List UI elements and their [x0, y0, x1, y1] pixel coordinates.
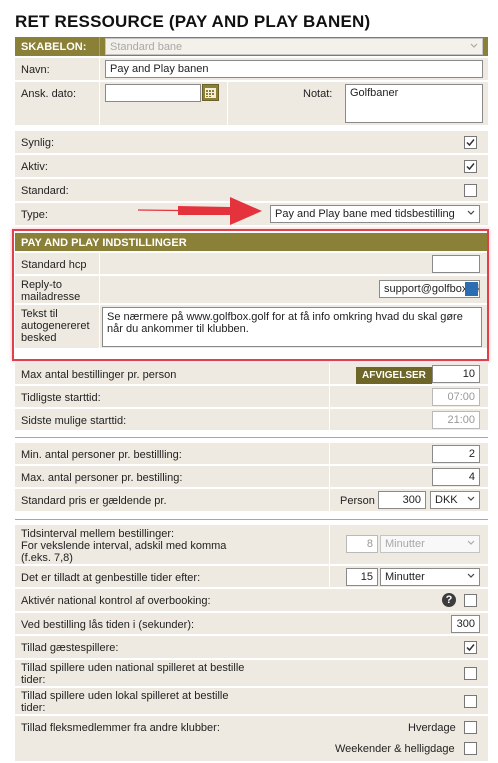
- genbestille-label: Det er tilladt at genbestille tider efte…: [21, 572, 201, 584]
- chevron-down-icon: [470, 43, 478, 48]
- genbestille-row: Det er tilladt at genbestille tider efte…: [15, 566, 488, 588]
- skabelon-select[interactable]: Standard bane: [105, 38, 483, 55]
- laas-input[interactable]: 300: [451, 615, 480, 633]
- tidligste-label: Tidligste starttid:: [21, 392, 101, 404]
- chevron-down-icon: [467, 210, 475, 215]
- check-icon: [466, 644, 475, 652]
- skabelon-label: SKABELON:: [21, 41, 87, 53]
- gaester-label: Tillad gæstespillere:: [21, 642, 119, 654]
- laas-label: Ved bestilling lås tiden i (sekunder):: [21, 619, 195, 631]
- chevron-down-icon: [467, 573, 475, 578]
- fleks-label: Tillad fleksmedlemmer fra andre klubber:: [21, 722, 220, 734]
- check-icon: [466, 163, 475, 171]
- notat-label: Notat:: [303, 88, 333, 100]
- notat-textarea[interactable]: Golfbaner: [345, 84, 483, 123]
- genbestille-unit-select[interactable]: Minutter: [380, 568, 480, 586]
- help-icon[interactable]: ?: [442, 593, 456, 607]
- navn-input[interactable]: Pay and Play banen: [105, 60, 483, 78]
- pris-label: Standard pris er gældende pr.: [21, 495, 167, 507]
- chevron-down-icon: [467, 496, 475, 501]
- calendar-icon[interactable]: [202, 84, 219, 101]
- afvigelser-button[interactable]: AFVIGELSER: [356, 367, 432, 384]
- page-title: RET RESSOURCE (PAY AND PLAY BANEN): [15, 12, 371, 31]
- tidligste-row: Tidligste starttid: 07:00: [15, 386, 488, 408]
- divider: [15, 519, 488, 520]
- ansk-dato-label: Ansk. dato:: [21, 88, 77, 100]
- tidligste-input[interactable]: 07:00: [432, 388, 480, 406]
- uden-national-checkbox[interactable]: [464, 667, 477, 680]
- fleks-row: Tillad fleksmedlemmer fra andre klubber:…: [15, 716, 488, 762]
- pris-row: Standard pris er gældende pr. Person 300…: [15, 489, 488, 512]
- sidste-input[interactable]: 21:00: [432, 411, 480, 429]
- synlig-label: Synlig:: [21, 137, 55, 149]
- max-antal-input[interactable]: 10: [432, 365, 480, 383]
- sidste-row: Sidste mulige starttid: 21:00: [15, 409, 488, 431]
- max-personer-row: Max. antal personer pr. bestilling: 4: [15, 466, 488, 488]
- aktiv-label: Aktiv:: [21, 161, 48, 173]
- check-icon: [466, 139, 475, 147]
- weekend-label: Weekender & helligdage: [335, 743, 455, 755]
- uden-lokal-label: Tillad spillere uden lokal spilleret at …: [21, 690, 229, 714]
- type-label: Type:: [21, 209, 48, 221]
- weekend-checkbox[interactable]: [464, 742, 477, 755]
- uden-lokal-checkbox[interactable]: [464, 695, 477, 708]
- tidsinterval-label: Tidsinterval mellem bestillinger: For vek…: [21, 528, 227, 564]
- ansk-dato-row: Ansk. dato: Notat: Golfbaner: [15, 82, 488, 126]
- min-personer-input[interactable]: 2: [432, 445, 480, 463]
- min-personer-label: Min. antal personer pr. bestillling:: [21, 449, 182, 461]
- navn-row: Navn: Pay and Play banen: [15, 58, 488, 81]
- pris-input[interactable]: 300: [378, 491, 426, 509]
- synlig-checkbox[interactable]: [464, 136, 477, 149]
- gaester-checkbox[interactable]: [464, 641, 477, 654]
- standard-checkbox[interactable]: [464, 184, 477, 197]
- type-select[interactable]: Pay and Play bane med tidsbestilling: [270, 205, 480, 223]
- max-personer-label: Max. antal personer pr. bestilling:: [21, 472, 183, 484]
- tidsinterval-row: Tidsinterval mellem bestillinger: For vek…: [15, 525, 488, 565]
- hverdage-label: Hverdage: [408, 722, 456, 734]
- hverdage-checkbox[interactable]: [464, 721, 477, 734]
- tidsinterval-input[interactable]: 8: [346, 535, 378, 553]
- aktiv-checkbox[interactable]: [464, 160, 477, 173]
- genbestille-input[interactable]: 15: [346, 568, 378, 586]
- tidsinterval-unit-select[interactable]: Minutter: [380, 535, 480, 553]
- max-antal-row: Max antal bestillinger pr. person AFVIGE…: [15, 363, 488, 385]
- uden-lokal-row: Tillad spillere uden lokal spilleret at …: [15, 688, 488, 715]
- ansk-dato-input[interactable]: [105, 84, 201, 102]
- national-kontrol-row: Aktivér national kontrol af overbooking:…: [15, 589, 488, 612]
- aktiv-row: Aktiv:: [15, 155, 488, 178]
- uden-national-row: Tillad spillere uden national spilleret …: [15, 660, 488, 687]
- laas-row: Ved bestilling lås tiden i (sekunder): 3…: [15, 613, 488, 635]
- divider: [15, 437, 488, 438]
- national-kontrol-checkbox[interactable]: [464, 594, 477, 607]
- chevron-down-icon: [467, 540, 475, 545]
- pris-unit-label: Person: [340, 495, 375, 507]
- standard-label: Standard:: [21, 185, 69, 197]
- uden-national-label: Tillad spillere uden national spilleret …: [21, 662, 245, 686]
- gaester-row: Tillad gæstespillere:: [15, 636, 488, 659]
- max-antal-label: Max antal bestillinger pr. person: [21, 369, 177, 381]
- highlight-box: [12, 229, 489, 361]
- max-personer-input[interactable]: 4: [432, 468, 480, 486]
- national-kontrol-label: Aktivér national kontrol af overbooking:: [21, 595, 211, 607]
- currency-select[interactable]: DKK: [430, 491, 480, 509]
- synlig-row: Synlig:: [15, 131, 488, 154]
- sidste-label: Sidste mulige starttid:: [21, 415, 127, 427]
- navn-label: Navn:: [21, 64, 50, 76]
- skabelon-row: SKABELON: Standard bane: [15, 37, 488, 57]
- min-personer-row: Min. antal personer pr. bestillling: 2: [15, 443, 488, 465]
- red-arrow-annotation: [138, 197, 262, 225]
